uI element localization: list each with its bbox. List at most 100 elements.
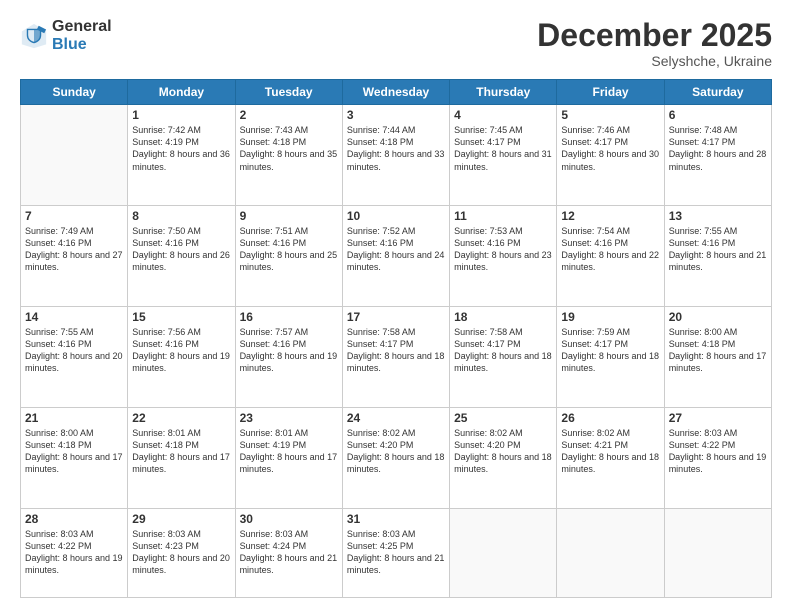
cell-info: Sunrise: 8:00 AM Sunset: 4:18 PM Dayligh… xyxy=(25,427,123,476)
day-number: 14 xyxy=(25,310,123,324)
table-row: 17 Sunrise: 7:58 AM Sunset: 4:17 PM Dayl… xyxy=(342,306,449,407)
day-number: 8 xyxy=(132,209,230,223)
sunset-text: Sunset: 4:16 PM xyxy=(454,238,521,248)
table-row: 29 Sunrise: 8:03 AM Sunset: 4:23 PM Dayl… xyxy=(128,508,235,597)
sunrise-text: Sunrise: 8:02 AM xyxy=(454,428,523,438)
daylight-text: Daylight: 8 hours and 28 minutes. xyxy=(669,149,767,171)
sunrise-text: Sunrise: 7:52 AM xyxy=(347,226,416,236)
table-row: 31 Sunrise: 8:03 AM Sunset: 4:25 PM Dayl… xyxy=(342,508,449,597)
cell-info: Sunrise: 8:03 AM Sunset: 4:25 PM Dayligh… xyxy=(347,528,445,577)
day-number: 2 xyxy=(240,108,338,122)
sunrise-text: Sunrise: 8:03 AM xyxy=(132,529,201,539)
sunrise-text: Sunrise: 7:55 AM xyxy=(669,226,738,236)
sunrise-text: Sunrise: 8:00 AM xyxy=(25,428,94,438)
header-friday: Friday xyxy=(557,80,664,105)
daylight-text: Daylight: 8 hours and 19 minutes. xyxy=(240,351,338,373)
sunrise-text: Sunrise: 7:55 AM xyxy=(25,327,94,337)
cell-info: Sunrise: 7:52 AM Sunset: 4:16 PM Dayligh… xyxy=(347,225,445,274)
sunset-text: Sunset: 4:19 PM xyxy=(132,137,199,147)
day-number: 28 xyxy=(25,512,123,526)
sunrise-text: Sunrise: 7:48 AM xyxy=(669,125,738,135)
table-row: 24 Sunrise: 8:02 AM Sunset: 4:20 PM Dayl… xyxy=(342,407,449,508)
sunrise-text: Sunrise: 8:01 AM xyxy=(240,428,309,438)
daylight-text: Daylight: 8 hours and 22 minutes. xyxy=(561,250,659,272)
cell-info: Sunrise: 7:48 AM Sunset: 4:17 PM Dayligh… xyxy=(669,124,767,173)
sunrise-text: Sunrise: 8:03 AM xyxy=(669,428,738,438)
table-row: 9 Sunrise: 7:51 AM Sunset: 4:16 PM Dayli… xyxy=(235,206,342,307)
calendar-week-row: 28 Sunrise: 8:03 AM Sunset: 4:22 PM Dayl… xyxy=(21,508,772,597)
cell-info: Sunrise: 7:50 AM Sunset: 4:16 PM Dayligh… xyxy=(132,225,230,274)
calendar-week-row: 21 Sunrise: 8:00 AM Sunset: 4:18 PM Dayl… xyxy=(21,407,772,508)
daylight-text: Daylight: 8 hours and 21 minutes. xyxy=(669,250,767,272)
day-number: 10 xyxy=(347,209,445,223)
day-number: 13 xyxy=(669,209,767,223)
sunset-text: Sunset: 4:16 PM xyxy=(240,339,307,349)
table-row: 28 Sunrise: 8:03 AM Sunset: 4:22 PM Dayl… xyxy=(21,508,128,597)
calendar-week-row: 1 Sunrise: 7:42 AM Sunset: 4:19 PM Dayli… xyxy=(21,105,772,206)
table-row: 6 Sunrise: 7:48 AM Sunset: 4:17 PM Dayli… xyxy=(664,105,771,206)
header-saturday: Saturday xyxy=(664,80,771,105)
logo-blue-text: Blue xyxy=(52,36,112,54)
table-row: 2 Sunrise: 7:43 AM Sunset: 4:18 PM Dayli… xyxy=(235,105,342,206)
sunrise-text: Sunrise: 8:00 AM xyxy=(669,327,738,337)
daylight-text: Daylight: 8 hours and 17 minutes. xyxy=(25,452,123,474)
sunrise-text: Sunrise: 8:02 AM xyxy=(347,428,416,438)
table-row: 27 Sunrise: 8:03 AM Sunset: 4:22 PM Dayl… xyxy=(664,407,771,508)
sunrise-text: Sunrise: 7:59 AM xyxy=(561,327,630,337)
page: General Blue December 2025 Selyshche, Uk… xyxy=(0,0,792,612)
cell-info: Sunrise: 8:02 AM Sunset: 4:20 PM Dayligh… xyxy=(454,427,552,476)
day-number: 25 xyxy=(454,411,552,425)
cell-info: Sunrise: 8:01 AM Sunset: 4:18 PM Dayligh… xyxy=(132,427,230,476)
table-row: 20 Sunrise: 8:00 AM Sunset: 4:18 PM Dayl… xyxy=(664,306,771,407)
daylight-text: Daylight: 8 hours and 24 minutes. xyxy=(347,250,445,272)
daylight-text: Daylight: 8 hours and 23 minutes. xyxy=(454,250,552,272)
table-row: 10 Sunrise: 7:52 AM Sunset: 4:16 PM Dayl… xyxy=(342,206,449,307)
cell-info: Sunrise: 7:56 AM Sunset: 4:16 PM Dayligh… xyxy=(132,326,230,375)
month-title: December 2025 xyxy=(537,18,772,53)
sunset-text: Sunset: 4:25 PM xyxy=(347,541,414,551)
day-number: 31 xyxy=(347,512,445,526)
sunrise-text: Sunrise: 7:56 AM xyxy=(132,327,201,337)
cell-info: Sunrise: 7:44 AM Sunset: 4:18 PM Dayligh… xyxy=(347,124,445,173)
logo: General Blue xyxy=(20,18,112,53)
sunset-text: Sunset: 4:18 PM xyxy=(347,137,414,147)
sunset-text: Sunset: 4:24 PM xyxy=(240,541,307,551)
header-tuesday: Tuesday xyxy=(235,80,342,105)
sunrise-text: Sunrise: 8:02 AM xyxy=(561,428,630,438)
cell-info: Sunrise: 7:55 AM Sunset: 4:16 PM Dayligh… xyxy=(25,326,123,375)
day-number: 20 xyxy=(669,310,767,324)
day-number: 9 xyxy=(240,209,338,223)
daylight-text: Daylight: 8 hours and 21 minutes. xyxy=(240,553,338,575)
sunrise-text: Sunrise: 7:53 AM xyxy=(454,226,523,236)
daylight-text: Daylight: 8 hours and 25 minutes. xyxy=(240,250,338,272)
sunrise-text: Sunrise: 8:01 AM xyxy=(132,428,201,438)
table-row: 12 Sunrise: 7:54 AM Sunset: 4:16 PM Dayl… xyxy=(557,206,664,307)
day-number: 5 xyxy=(561,108,659,122)
table-row: 23 Sunrise: 8:01 AM Sunset: 4:19 PM Dayl… xyxy=(235,407,342,508)
sunrise-text: Sunrise: 7:49 AM xyxy=(25,226,94,236)
sunrise-text: Sunrise: 8:03 AM xyxy=(347,529,416,539)
sunset-text: Sunset: 4:16 PM xyxy=(132,238,199,248)
cell-info: Sunrise: 7:59 AM Sunset: 4:17 PM Dayligh… xyxy=(561,326,659,375)
daylight-text: Daylight: 8 hours and 20 minutes. xyxy=(132,553,230,575)
day-number: 4 xyxy=(454,108,552,122)
sunrise-text: Sunrise: 7:46 AM xyxy=(561,125,630,135)
sunrise-text: Sunrise: 7:43 AM xyxy=(240,125,309,135)
cell-info: Sunrise: 7:58 AM Sunset: 4:17 PM Dayligh… xyxy=(454,326,552,375)
day-number: 6 xyxy=(669,108,767,122)
day-number: 21 xyxy=(25,411,123,425)
table-row: 1 Sunrise: 7:42 AM Sunset: 4:19 PM Dayli… xyxy=(128,105,235,206)
table-row: 11 Sunrise: 7:53 AM Sunset: 4:16 PM Dayl… xyxy=(450,206,557,307)
sunset-text: Sunset: 4:17 PM xyxy=(561,339,628,349)
table-row: 16 Sunrise: 7:57 AM Sunset: 4:16 PM Dayl… xyxy=(235,306,342,407)
table-row: 19 Sunrise: 7:59 AM Sunset: 4:17 PM Dayl… xyxy=(557,306,664,407)
daylight-text: Daylight: 8 hours and 31 minutes. xyxy=(454,149,552,171)
sunset-text: Sunset: 4:18 PM xyxy=(132,440,199,450)
table-row xyxy=(21,105,128,206)
daylight-text: Daylight: 8 hours and 17 minutes. xyxy=(669,351,767,373)
calendar-header-row: Sunday Monday Tuesday Wednesday Thursday… xyxy=(21,80,772,105)
cell-info: Sunrise: 8:03 AM Sunset: 4:23 PM Dayligh… xyxy=(132,528,230,577)
sunset-text: Sunset: 4:16 PM xyxy=(561,238,628,248)
cell-info: Sunrise: 7:57 AM Sunset: 4:16 PM Dayligh… xyxy=(240,326,338,375)
sunrise-text: Sunrise: 8:03 AM xyxy=(25,529,94,539)
